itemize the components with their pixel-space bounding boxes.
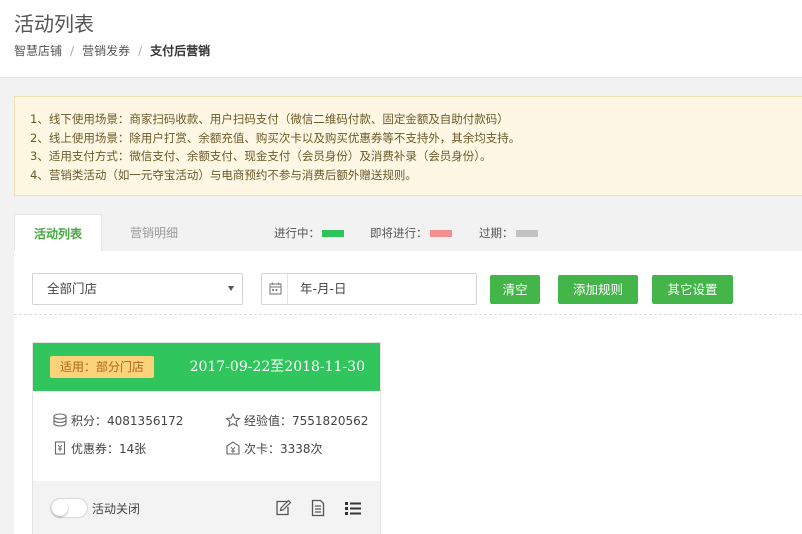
times-card-label: 次卡： — [244, 442, 281, 456]
document-icon[interactable] — [308, 498, 328, 518]
legend-ongoing-label: 进行中： — [274, 226, 320, 240]
legend-ongoing: 进行中： — [274, 214, 344, 252]
notice-line: 3、适用支付方式：微信支付、余额支付、现金支付（会员身份）及消费补录（会员身份）… — [30, 149, 492, 163]
coins-icon — [52, 413, 68, 427]
card-icon — [225, 441, 241, 455]
chevron-down-icon — [228, 286, 234, 291]
page-header: 活动列表 智慧店铺 / 营销发券 / 支付后营销 — [0, 0, 802, 78]
coupon-label: 优惠券： — [71, 442, 120, 456]
notice-line: 2、线上使用场景：除用户打赏、余额充值、购买次卡以及购买优惠券等不支持外，其余均… — [30, 130, 521, 145]
experience-value: 7551820562 — [292, 414, 369, 428]
scope-badge: 适用：部分门店 — [50, 356, 155, 378]
legend-upcoming-swatch — [429, 230, 452, 237]
toggle-knob — [52, 500, 68, 516]
times-card-stat: 次卡：3338次 — [225, 441, 323, 457]
date-placeholder: 年-月-日 — [300, 281, 347, 296]
coupon-value: 14张 — [119, 442, 147, 456]
tab-marketing-detail[interactable]: 营销明细 — [114, 214, 194, 252]
page-title: 活动列表 — [14, 12, 94, 36]
breadcrumb-item-current: 支付后营销 — [150, 44, 211, 58]
store-select[interactable]: 全部门店 — [32, 273, 243, 305]
coupon-stat: 优惠券：14张 — [52, 441, 146, 457]
legend-expired-label: 过期： — [479, 226, 514, 240]
add-rule-button[interactable]: 添加规则 — [558, 275, 638, 304]
notice-line: 1、线下使用场景：商家扫码收款、用户扫码支付（微信二维码付款、固定金额及自助付款… — [30, 112, 509, 126]
breadcrumb-item-marketing[interactable]: 营销发券 — [82, 44, 130, 58]
breadcrumb-item-store[interactable]: 智慧店铺 — [14, 44, 62, 58]
activity-card: 适用：部分门店 2017-09-22至2018-11-30 积分：4081356… — [32, 342, 381, 534]
times-card-value: 3338次 — [280, 442, 323, 456]
divider — [14, 314, 802, 315]
tab-bar: 活动列表 营销明细 进行中： 即将进行： 过期： — [14, 214, 802, 252]
points-stat: 积分：4081356172 — [52, 413, 183, 429]
star-icon — [225, 412, 241, 428]
experience-label: 经验值： — [244, 414, 293, 428]
tab-activity-list[interactable]: 活动列表 — [14, 214, 102, 252]
activity-toggle[interactable] — [50, 498, 88, 518]
date-range: 2017-09-22至2018-11-30 — [189, 359, 365, 375]
legend-expired-swatch — [515, 230, 538, 237]
points-label: 积分： — [71, 414, 108, 428]
clear-button[interactable]: 清空 — [490, 275, 540, 304]
calendar-icon — [262, 274, 288, 304]
card-footer: 活动关闭 — [33, 481, 380, 534]
coupon-icon — [52, 441, 68, 455]
usage-notice: 1、线下使用场景：商家扫码收款、用户扫码支付（微信二维码付款、固定金额及自助付款… — [14, 96, 802, 196]
other-settings-button[interactable]: 其它设置 — [652, 275, 733, 304]
activity-panel: 全部门店 年-月-日 清空 添加规则 其它设置 适用：部分门店 2017-09-… — [14, 251, 802, 534]
card-header: 适用：部分门店 2017-09-22至2018-11-30 — [33, 343, 380, 391]
experience-stat: 经验值：7551820562 — [225, 412, 369, 429]
list-icon[interactable] — [343, 498, 363, 518]
date-input[interactable]: 年-月-日 — [261, 273, 477, 305]
legend-ongoing-swatch — [322, 230, 344, 237]
legend-expired: 过期： — [479, 214, 538, 252]
points-value: 4081356172 — [107, 414, 184, 428]
legend-upcoming: 即将进行： — [370, 214, 452, 252]
edit-icon[interactable] — [273, 498, 293, 518]
store-select-value: 全部门店 — [47, 281, 98, 296]
legend-upcoming-label: 即将进行： — [370, 226, 428, 240]
notice-line: 4、营销类活动（如一元夺宝活动）与电商预约不参与消费后额外赠送规则。 — [30, 167, 417, 182]
toggle-label: 活动关闭 — [92, 502, 141, 516]
breadcrumb: 智慧店铺 / 营销发券 / 支付后营销 — [14, 44, 211, 58]
